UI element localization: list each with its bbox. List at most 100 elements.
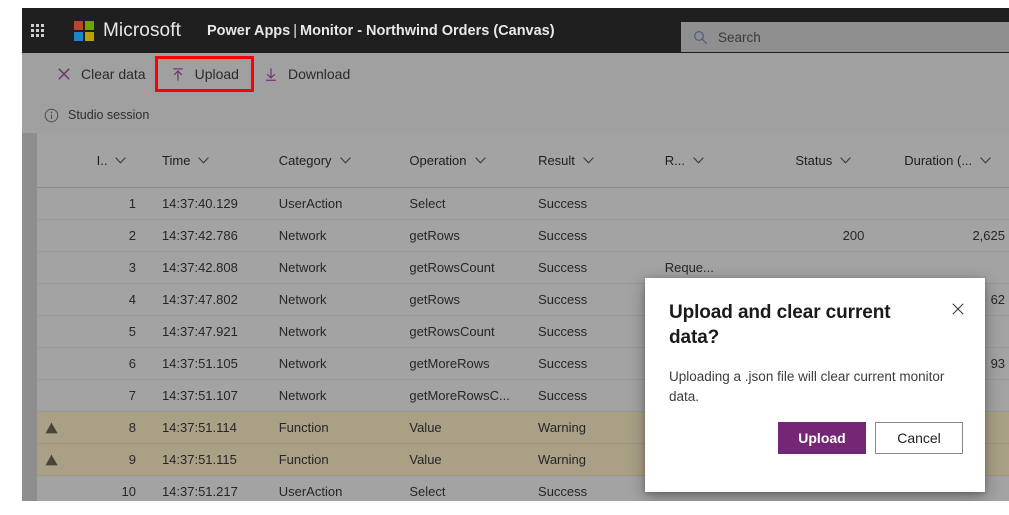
cell-time: 14:37:51.114 xyxy=(148,420,265,435)
clear-data-button[interactable]: Clear data xyxy=(44,59,158,89)
cell-value: Function xyxy=(278,420,329,435)
cell-value: Select xyxy=(409,484,446,499)
cell-value: 8 xyxy=(128,420,136,435)
cell-operation: getRows xyxy=(395,292,524,307)
column-header-category[interactable]: Category xyxy=(265,153,396,168)
cell-value: 2 xyxy=(128,228,136,243)
cell-id: 8 xyxy=(77,420,148,435)
power-apps-monitor-window: Microsoft Power Apps | Monitor - Northwind… xyxy=(22,8,1009,501)
cell-operation: Value xyxy=(395,452,524,467)
cell-category: Network xyxy=(265,324,396,339)
suite-header: Microsoft Power Apps | Monitor - Northwind… xyxy=(22,8,1009,53)
search-icon xyxy=(694,30,708,44)
session-bar: Studio session xyxy=(22,100,1009,130)
cell-operation: Select xyxy=(395,484,524,499)
table-header-row: I.. Time Category Operation Result R... Status… xyxy=(37,133,1009,188)
cell-time: 14:37:40.129 xyxy=(148,196,265,211)
column-header-duration[interactable]: Duration (... xyxy=(890,153,1009,168)
cell-category: Network xyxy=(265,388,396,403)
cell-value: 6 xyxy=(128,356,136,371)
cell-id: 5 xyxy=(77,324,148,339)
dialog-upload-button[interactable]: Upload xyxy=(778,422,866,454)
cell-value: Success xyxy=(538,484,588,499)
clear-data-label: Clear data xyxy=(81,66,146,82)
cell-result: Success xyxy=(524,228,651,243)
app-title[interactable]: Power Apps | Monitor - Northwind Orders (C… xyxy=(207,23,555,39)
chevron-down-icon xyxy=(840,156,852,164)
upload-button[interactable]: Upload xyxy=(154,56,254,92)
cell-result: Warning xyxy=(524,420,651,435)
cell-flag xyxy=(37,454,77,466)
cell-value: Success xyxy=(538,260,588,275)
cell-value: Network xyxy=(278,356,327,371)
cell-value: Success xyxy=(538,324,588,339)
column-header-label: I.. xyxy=(96,152,108,168)
chevron-down-icon xyxy=(198,156,210,164)
cell-value: 1 xyxy=(128,196,136,211)
cell-time: 14:37:51.107 xyxy=(148,388,265,403)
column-header-operation[interactable]: Operation xyxy=(395,153,524,168)
cell-value: 7 xyxy=(128,388,136,403)
table-row[interactable]: 1 14:37:40.129 UserAction Select Success xyxy=(37,188,1009,220)
cell-value: Network xyxy=(278,228,327,243)
cell-value: 200 xyxy=(842,228,865,243)
cell-request: Reque... xyxy=(651,260,782,275)
column-header-request[interactable]: R... xyxy=(651,153,782,168)
app-launcher-button[interactable] xyxy=(22,8,52,53)
cell-category: Function xyxy=(265,452,396,467)
cell-value: 5 xyxy=(128,324,136,339)
search-input[interactable]: Search xyxy=(681,22,1009,52)
cell-category: Function xyxy=(265,420,396,435)
cell-time: 14:37:42.808 xyxy=(148,260,265,275)
cell-value: Network xyxy=(278,292,327,307)
chevron-down-icon xyxy=(339,156,351,164)
cell-value: 4 xyxy=(128,292,136,307)
cell-value: Value xyxy=(409,452,442,467)
table-row[interactable]: 2 14:37:42.786 Network getRows Success 200 2,6… xyxy=(37,220,1009,252)
column-header-time[interactable]: Time xyxy=(148,153,265,168)
cell-value: 62 xyxy=(990,292,1006,307)
cell-category: Network xyxy=(265,356,396,371)
cell-result: Success xyxy=(524,292,651,307)
cell-value: 14:37:42.786 xyxy=(161,228,238,243)
column-header-status[interactable]: Status xyxy=(781,153,890,168)
cell-id: 6 xyxy=(77,356,148,371)
column-header-label: Result xyxy=(538,152,575,168)
warning-icon xyxy=(45,454,58,465)
cell-value: 14:37:51.217 xyxy=(161,484,238,499)
cell-value: 14:37:51.114 xyxy=(161,420,237,435)
close-icon xyxy=(56,66,72,82)
cell-value: getMoreRows xyxy=(409,356,490,371)
page-name-label: Monitor - Northwind Orders (Canvas) xyxy=(300,22,555,39)
chevron-down-icon xyxy=(115,156,127,164)
cell-value: 3 xyxy=(128,260,136,275)
close-icon xyxy=(952,303,964,315)
cell-value: 14:37:51.115 xyxy=(161,452,237,467)
dialog-message: Uploading a .json file will clear curren… xyxy=(669,368,945,405)
cell-category: UserAction xyxy=(265,484,396,499)
cell-result: Success xyxy=(524,260,651,275)
cell-value: Success xyxy=(538,196,588,211)
column-header-id[interactable]: I.. xyxy=(77,153,148,168)
cell-operation: getRowsCount xyxy=(395,324,524,339)
cell-value: getRows xyxy=(409,228,460,243)
cell-value: 10 xyxy=(121,484,136,499)
upload-label: Upload xyxy=(194,66,239,82)
dialog-cancel-button[interactable]: Cancel xyxy=(875,422,963,454)
cell-value: 93 xyxy=(990,356,1006,371)
row-gutter xyxy=(22,133,37,501)
cell-value: Function xyxy=(278,452,329,467)
close-dialog-button[interactable] xyxy=(945,296,971,322)
cell-value: Success xyxy=(538,356,588,371)
cell-value: 14:37:42.808 xyxy=(161,260,238,275)
cell-time: 14:37:51.217 xyxy=(148,484,265,499)
cell-value: getRowsCount xyxy=(409,324,495,339)
cell-time: 14:37:51.115 xyxy=(148,452,265,467)
cell-value: Success xyxy=(538,292,588,307)
cell-value: getRows xyxy=(409,292,460,307)
cell-value: UserAction xyxy=(278,196,343,211)
column-header-result[interactable]: Result xyxy=(524,153,651,168)
download-button[interactable]: Download xyxy=(251,59,362,89)
cell-time: 14:37:42.786 xyxy=(148,228,265,243)
cell-duration: 2,625 xyxy=(890,228,1009,243)
